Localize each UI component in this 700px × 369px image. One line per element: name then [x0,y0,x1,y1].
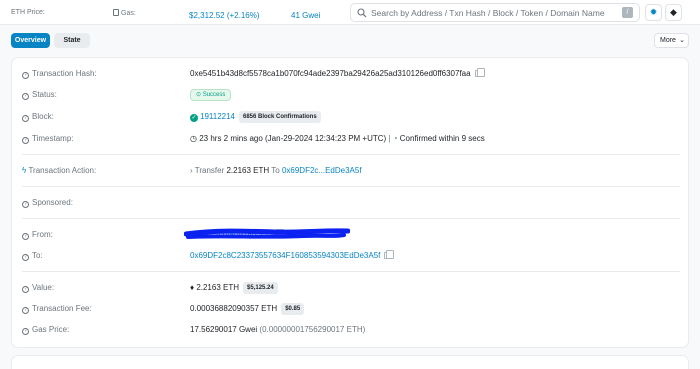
row-timestamp: ? Timestamp: ◷ 23 hrs 2 mins ago (Jan-29-… [12,132,690,146]
value-usd-badge: $5,125.24 [243,282,278,294]
fee-usd-badge: $0.85 [281,303,305,315]
gas-label: Gas: [121,10,136,17]
status-label: Status: [32,90,57,99]
tx-hash-label: Transaction Hash: [32,69,97,78]
transaction-details-card: ? Transaction Hash: 0xe5451b43d8cf5578ca1… [11,57,689,348]
more-label: More [660,37,676,44]
row-tx-hash: ? Transaction Hash: 0xe5451b43d8cf5578ca1… [12,67,690,81]
help-icon[interactable]: ? [22,137,29,144]
row-to: ? To: 0x69DF2c8C23373557634F160853594303E… [12,249,690,263]
from-label: From: [32,230,53,239]
gas-price-gwei: 17.56290017 Gwei [190,325,258,334]
action-to: To [271,166,280,175]
help-icon[interactable]: ? [22,328,29,335]
gas-price-label: Gas Price: [32,325,70,334]
status-badge: ⊙ Success [190,89,232,101]
ethereum-icon: ◆ [670,7,677,17]
row-block: ? Block: ✓ 19112214 6856 Block Confirmation… [12,110,690,124]
to-address-link[interactable]: 0x69DF2c8C23373557634F160853594303EdDe3A… [190,251,380,260]
status-value: Success [202,92,226,98]
to-label: To: [32,251,43,260]
divider [22,154,680,155]
action-address-link[interactable]: 0x69DF2c...EdDe3A5f [282,166,362,175]
action-amount: 2.2163 ETH [226,166,270,175]
fee-amount: 0.00036882090357 ETH [190,304,278,313]
divider [22,271,680,272]
row-value: ? Value: ♦ 2.2163 ETH $5,125.24 [12,281,690,295]
divider [22,218,680,219]
top-bar: ETH Price: $2,312.52 (+2.16%) Gas: 41 Gw… [0,0,700,25]
action-prefix: Transfer [194,166,225,175]
help-icon[interactable]: ? [22,201,29,208]
tab-state[interactable]: State [54,33,90,48]
block-confirmations-badge: 6856 Block Confirmations [239,111,321,123]
search-shortcut-key: / [622,7,633,18]
confirmed-within: Confirmed within 9 secs [399,134,485,143]
search-input[interactable] [371,6,616,20]
clock-icon: ◷ [190,134,200,143]
eth-price-value[interactable]: $2,312.52 (+2.16%) [189,9,260,23]
eth-price: ETH Price: $2,312.52 (+2.16%) [11,9,260,20]
sponsored-label: Sponsored: [32,198,73,207]
theme-toggle-button[interactable]: ✹ [645,4,662,21]
value-amount: 2.2163 ETH [196,283,240,292]
check-icon: ✓ [190,114,198,122]
value-label: Value: [32,283,55,292]
copy-icon[interactable] [384,250,395,259]
timestamp-label: Timestamp: [32,134,74,143]
row-from: ? From: 2fEC...2c0f5e9756bEc [12,228,690,242]
gas-price-eth: (0.00000001756290017 ETH) [259,325,366,334]
more-dropdown[interactable]: More ⌄ [654,33,689,48]
help-icon[interactable]: ? [22,93,29,100]
row-sponsored: ? Sponsored: [12,196,690,210]
fee-label: Transaction Fee: [32,304,92,313]
help-icon[interactable]: ? [22,307,29,314]
row-action: ϟ Transaction Action: › Transfer 2.2163 … [12,164,690,178]
timer-icon: ◔ [392,134,400,143]
gas-tracker: Gas: 41 Gwei [113,9,320,20]
search-box[interactable]: / [350,3,640,22]
copy-icon[interactable] [474,68,485,77]
redaction-scribble [184,228,350,239]
block-link[interactable]: 19112214 [200,112,235,121]
help-icon[interactable]: ? [22,233,29,240]
gas-value[interactable]: 41 Gwei [291,9,320,23]
divider [22,186,680,187]
block-label: Block: [32,112,54,121]
help-icon[interactable]: ? [22,115,29,122]
help-icon[interactable]: ? [22,72,29,79]
tab-overview[interactable]: Overview [11,33,50,48]
help-icon[interactable]: ? [22,286,29,293]
help-icon[interactable]: ? [22,254,29,261]
more-details-card [11,355,689,369]
tx-hash-value: 0xe5451b43d8cf5578ca1b070fc94ade2397ba29… [190,69,471,78]
timestamp-value: 23 hrs 2 mins ago (Jan-29-2024 12:34:23 … [199,134,387,143]
search-icon [357,8,367,18]
sun-icon: ✹ [649,7,658,17]
row-gas-price: ? Gas Price: 17.56290017 Gwei (0.00000001… [12,323,690,337]
chevron-down-icon: ⌄ [679,37,685,44]
gas-pump-icon [113,9,119,16]
action-label: Transaction Action: [28,166,97,175]
network-button[interactable]: ◆ [665,4,682,21]
eth-price-label: ETH Price: [11,9,45,16]
row-fee: ? Transaction Fee: 0.00036882090357 ETH $0… [12,302,690,316]
row-status: ? Status: ⊙ Success [12,88,690,102]
check-circle-icon: ⊙ [196,92,203,98]
